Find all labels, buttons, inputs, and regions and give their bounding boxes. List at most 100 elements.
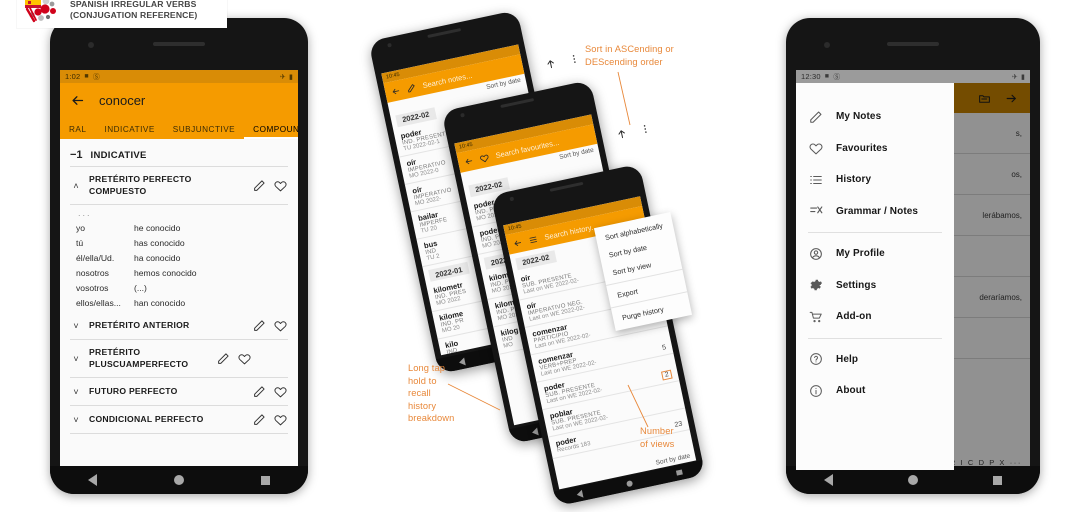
verb-form: has conocido xyxy=(134,237,185,248)
nav-home-icon[interactable] xyxy=(626,479,634,487)
heart-icon[interactable] xyxy=(479,152,490,163)
pronoun: nosotros xyxy=(76,267,109,278)
collapse-marker: −1 xyxy=(70,149,83,161)
alarm-icon: ■ xyxy=(84,73,89,80)
conjugation-list: −1 INDICATIVE ˄ PRETÉRITO PERFECTO COMPU… xyxy=(60,139,298,470)
tab-compound[interactable]: COMPOUND xyxy=(244,125,298,140)
nav-back-icon[interactable] xyxy=(823,474,833,486)
group-preterito-perfecto-compuesto[interactable]: ˄ PRETÉRITO PERFECTO COMPUESTO xyxy=(62,167,296,204)
table-row: ellos/ellas... han conocido xyxy=(76,295,296,310)
nav-back-icon[interactable] xyxy=(576,489,584,499)
pencil-icon[interactable] xyxy=(253,413,266,426)
table-row: yo he conocido xyxy=(76,220,296,235)
alarm-icon: ■ xyxy=(824,73,830,80)
app-logo-title: SPANISH IRREGULAR VERBS xyxy=(70,0,197,10)
group-futuro-perfecto[interactable]: ˅ FUTURO PERFECTO xyxy=(62,378,296,405)
app-logo-subtitle: (CONJUGATION REFERENCE) xyxy=(70,10,198,20)
drawer-item-add-on[interactable]: Add-on xyxy=(796,301,954,333)
promo-screenshot-collage: 1:02 ■ Ⓢ ✈ ▮ conocer RAL INDICATIVE SUBJ… xyxy=(0,0,1080,512)
drawer-item-my-profile[interactable]: My Profile xyxy=(796,238,954,270)
front-camera xyxy=(387,42,392,48)
pronoun: vosotros xyxy=(76,282,109,293)
back-arrow-icon[interactable] xyxy=(463,156,474,167)
annotation-line: of views xyxy=(640,438,675,449)
drawer-item-about[interactable]: About xyxy=(796,375,954,407)
sort-arrow-up-icon[interactable] xyxy=(615,127,628,140)
app-logo-badge: SPANISH IRREGULAR VERBS (CONJUGATION REF… xyxy=(17,0,227,28)
airplane-icon: ✈ xyxy=(1011,73,1018,81)
battery-icon: ▮ xyxy=(288,73,293,81)
divider xyxy=(808,337,942,339)
nav-recents-icon[interactable] xyxy=(260,475,270,485)
speaker-grille xyxy=(500,98,535,109)
nav-home-icon[interactable] xyxy=(907,475,918,485)
section-header-indicative[interactable]: −1 INDICATIVE xyxy=(62,139,296,166)
heart-icon[interactable] xyxy=(274,179,287,192)
nav-recents-icon[interactable] xyxy=(675,469,683,476)
speaker-grille xyxy=(549,181,584,192)
table-row: él/ella/Ud. ha conocido xyxy=(76,250,296,265)
heart-icon xyxy=(808,141,823,156)
pencil-icon xyxy=(808,109,823,124)
navigation-drawer: My Notes Favourites History Grammar / No… xyxy=(796,83,954,470)
chevron-down-icon[interactable]: ˅ xyxy=(71,415,81,425)
android-navigation-bar xyxy=(50,466,308,494)
nav-home-icon[interactable] xyxy=(173,475,184,485)
overflow-menu-icon[interactable] xyxy=(568,52,581,65)
phone1-screen: 1:02 ■ Ⓢ ✈ ▮ conocer RAL INDICATIVE SUBJ… xyxy=(60,70,298,470)
annotation-views: Number of views xyxy=(640,425,700,450)
pencil-icon[interactable] xyxy=(406,82,417,93)
table-row: tú has conocido xyxy=(76,235,296,250)
tab-subjunctive[interactable]: SUBJUNCTIVE xyxy=(164,125,244,139)
group-preterito-pluscuamperfecto[interactable]: ˅ PRETÉRITO PLUSCUAMPERFECTO xyxy=(62,340,296,377)
phone3-screen: s, os, lerábamos, deraríamos, R I C D P … xyxy=(796,70,1030,470)
drawer-item-settings[interactable]: Settings xyxy=(796,270,954,302)
tab-indicative[interactable]: INDICATIVE xyxy=(95,125,163,139)
gear-icon xyxy=(808,278,823,293)
drawer-item-my-notes[interactable]: My Notes xyxy=(796,101,954,133)
drawer-item-grammar-notes[interactable]: Grammar / Notes xyxy=(796,196,954,228)
history-icon[interactable] xyxy=(528,234,539,245)
group-condicional-perfecto[interactable]: ˅ CONDICIONAL PERFECTO xyxy=(62,406,296,433)
heart-icon[interactable] xyxy=(274,413,287,426)
annotation-line: Sort in ASCending or xyxy=(585,44,674,54)
table-row: nosotros hemos conocido xyxy=(76,265,296,280)
chevron-down-icon[interactable]: ˅ xyxy=(71,321,81,331)
back-arrow-icon[interactable] xyxy=(70,93,85,108)
drawer-item-label: My Profile xyxy=(836,248,885,260)
chevron-down-icon[interactable]: ˅ xyxy=(71,387,81,397)
group-preterito-anterior[interactable]: ˅ PRETÉRITO ANTERIOR xyxy=(62,312,296,339)
back-arrow-icon[interactable] xyxy=(390,86,401,97)
drawer-item-favourites[interactable]: Favourites xyxy=(796,133,954,165)
back-arrow-icon[interactable] xyxy=(512,237,523,248)
overflow-menu-icon[interactable] xyxy=(639,122,652,135)
pencil-icon[interactable] xyxy=(217,352,230,365)
heart-icon[interactable] xyxy=(238,352,251,365)
divider xyxy=(70,433,288,435)
verb-form: hemos conocido xyxy=(134,267,197,278)
tab-general[interactable]: RAL xyxy=(60,125,95,139)
phone-conjugation: 1:02 ■ Ⓢ ✈ ▮ conocer RAL INDICATIVE SUBJ… xyxy=(50,18,308,494)
chevron-down-icon[interactable]: ˅ xyxy=(71,354,81,364)
annotation-sort-order: Sort in ASCending or DEScending order xyxy=(585,43,705,68)
heart-icon[interactable] xyxy=(274,385,287,398)
nav-recents-icon[interactable] xyxy=(993,475,1003,485)
heart-icon[interactable] xyxy=(274,319,287,332)
pencil-icon[interactable] xyxy=(253,319,266,332)
favourites-toolbar-actions xyxy=(615,122,652,140)
pencil-icon[interactable] xyxy=(253,179,266,192)
chevron-up-icon[interactable]: ˄ xyxy=(71,181,81,191)
annotation-line: breakdown xyxy=(408,413,455,424)
row-ellipsis: ... xyxy=(78,208,92,219)
info-circle-icon xyxy=(808,383,823,398)
status-bar: 12:30 ■ Ⓢ ✈ ▮ xyxy=(796,70,1030,83)
pronoun: tú xyxy=(76,237,84,248)
verb-form: (...) xyxy=(134,282,147,293)
drawer-item-help[interactable]: Help xyxy=(796,344,954,376)
dnd-icon: Ⓢ xyxy=(833,73,841,81)
nav-back-icon[interactable] xyxy=(531,426,540,437)
sort-arrow-up-icon[interactable] xyxy=(544,57,557,70)
drawer-item-history[interactable]: History xyxy=(796,164,954,196)
pencil-icon[interactable] xyxy=(253,385,266,398)
nav-back-icon[interactable] xyxy=(88,474,98,486)
